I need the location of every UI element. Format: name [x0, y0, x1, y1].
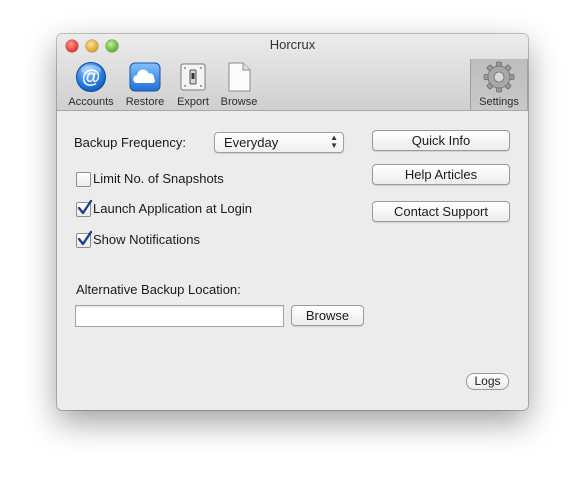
gear-icon [483, 61, 515, 93]
show-notifications-checkbox[interactable] [76, 230, 93, 248]
toolbar-item-accounts[interactable]: @ Accounts [63, 61, 119, 109]
toolbar-label-accounts: Accounts [68, 96, 114, 108]
toolbar-label-settings: Settings [479, 96, 519, 108]
checkmark-icon [77, 199, 93, 215]
cloud-icon [129, 62, 161, 92]
window-title: Horcrux [269, 37, 316, 52]
browse-button[interactable]: Browse [291, 305, 364, 326]
show-notifications-label: Show Notifications [93, 232, 200, 247]
alt-backup-location-label: Alternative Backup Location: [76, 282, 241, 297]
backup-frequency-value: Everyday [224, 135, 279, 150]
backup-frequency-select[interactable]: Everyday ▲ ▼ [214, 132, 344, 153]
toolbar-item-settings[interactable]: Settings [470, 59, 528, 110]
launch-at-login-label: Launch Application at Login [93, 201, 253, 216]
switch-icon [180, 63, 206, 91]
document-icon [228, 62, 251, 92]
contact-support-button[interactable]: Contact Support [372, 201, 510, 222]
launch-at-login-checkbox[interactable] [76, 199, 93, 217]
toolbar-label-browse: Browse [220, 96, 258, 108]
alt-backup-location-input[interactable] [75, 305, 284, 327]
main-window: Horcrux @ Accounts Restore Export Browse… [57, 34, 528, 410]
limit-snapshots-label: Limit No. of Snapshots [93, 171, 224, 186]
logs-button[interactable]: Logs [466, 373, 509, 390]
backup-frequency-label: Backup Frequency: [74, 135, 187, 150]
at-sign-icon: @ [76, 62, 106, 92]
limit-snapshots-checkbox[interactable] [76, 172, 91, 187]
checkmark-icon [77, 230, 93, 246]
title-toolbar: Horcrux @ Accounts Restore Export Browse… [57, 34, 528, 111]
help-articles-button[interactable]: Help Articles [372, 164, 510, 185]
quick-info-button[interactable]: Quick Info [372, 130, 510, 151]
toolbar-item-browse[interactable]: Browse [211, 61, 267, 109]
chevron-up-down-icon: ▲ ▼ [330, 133, 338, 150]
svg-text:@: @ [82, 67, 101, 88]
